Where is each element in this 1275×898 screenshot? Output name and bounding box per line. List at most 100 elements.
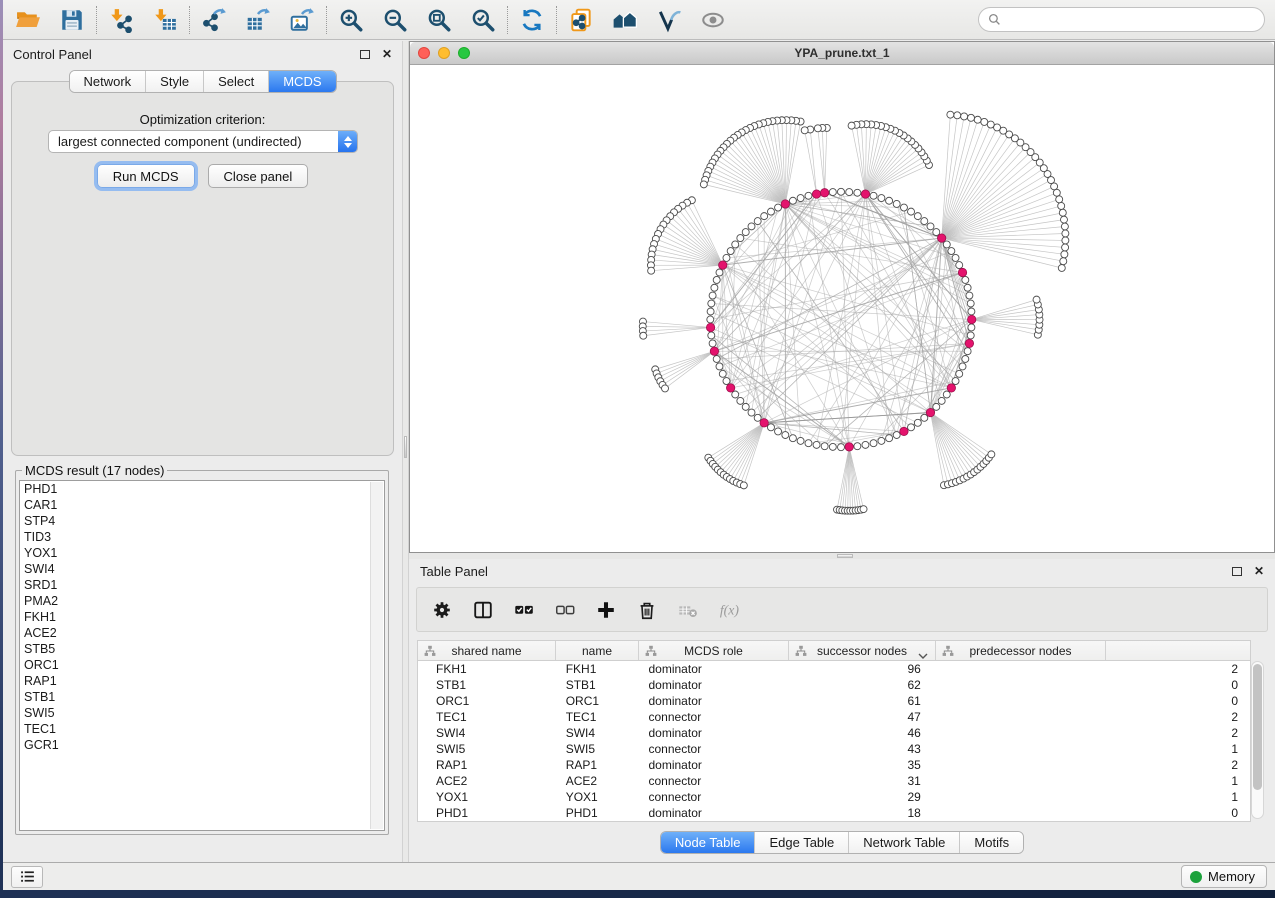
network-node[interactable]	[938, 397, 945, 404]
cell-successor-nodes[interactable]: 96	[788, 661, 935, 677]
network-node[interactable]	[967, 332, 974, 339]
network-node[interactable]	[732, 241, 739, 248]
cell-predecessor-nodes[interactable]: 1	[935, 773, 1250, 789]
cell-name[interactable]: PHD1	[556, 805, 639, 821]
network-leaf-node[interactable]	[814, 125, 821, 132]
cell-name[interactable]: ACE2	[556, 773, 639, 789]
tab-select[interactable]: Select	[204, 71, 269, 92]
cell-successor-nodes[interactable]: 43	[788, 741, 935, 757]
add-column-button[interactable]	[594, 598, 618, 622]
cell-successor-nodes[interactable]: 47	[788, 709, 935, 725]
network-node[interactable]	[754, 414, 761, 421]
network-node[interactable]	[732, 391, 739, 398]
tab-network-table[interactable]: Network Table	[849, 832, 960, 853]
network-node[interactable]	[742, 403, 749, 410]
network-node[interactable]	[870, 440, 877, 447]
cell-MCDS-role[interactable]: connector	[639, 773, 789, 789]
network-node[interactable]	[908, 424, 915, 431]
network-node[interactable]	[775, 428, 782, 435]
network-node[interactable]	[761, 213, 768, 220]
network-node[interactable]	[829, 189, 836, 196]
network-leaf-node[interactable]	[1053, 189, 1060, 196]
network-leaf-node[interactable]	[700, 181, 707, 188]
cell-shared-name[interactable]: ORC1	[418, 693, 556, 709]
network-node[interactable]	[716, 269, 723, 276]
cell-predecessor-nodes[interactable]: 0	[935, 805, 1250, 821]
network-node[interactable]	[968, 324, 975, 331]
network-leaf-node[interactable]	[1062, 230, 1069, 237]
cell-shared-name[interactable]: RAP1	[418, 757, 556, 773]
network-leaf-node[interactable]	[1033, 296, 1040, 303]
network-hub-node[interactable]	[861, 190, 869, 198]
network-leaf-node[interactable]	[662, 385, 669, 392]
memory-button[interactable]: Memory	[1181, 865, 1267, 888]
network-node[interactable]	[878, 437, 885, 444]
network-hub-node[interactable]	[706, 323, 714, 331]
network-leaf-node[interactable]	[1060, 216, 1067, 223]
cell-name[interactable]: RAP1	[556, 757, 639, 773]
network-node[interactable]	[737, 235, 744, 242]
network-leaf-node[interactable]	[987, 121, 994, 128]
cell-successor-nodes[interactable]: 46	[788, 725, 935, 741]
cell-name[interactable]: FKH1	[556, 661, 639, 677]
network-canvas[interactable]	[410, 66, 1274, 552]
network-node[interactable]	[838, 188, 845, 195]
cell-MCDS-role[interactable]: dominator	[639, 677, 789, 693]
cell-predecessor-nodes[interactable]: 2	[935, 709, 1250, 725]
float-panel-icon[interactable]	[360, 50, 370, 59]
clone-network-button[interactable]	[566, 5, 596, 35]
cell-successor-nodes[interactable]: 31	[788, 773, 935, 789]
network-node[interactable]	[716, 363, 723, 370]
mcds-result-item[interactable]: ACE2	[20, 625, 384, 641]
export-image-button[interactable]	[287, 5, 317, 35]
cell-predecessor-nodes[interactable]: 1	[935, 789, 1250, 805]
tab-network[interactable]: Network	[69, 71, 146, 92]
cell-MCDS-role[interactable]: connector	[639, 789, 789, 805]
export-network-button[interactable]	[199, 5, 229, 35]
mcds-result-item[interactable]: CAR1	[20, 497, 384, 513]
network-leaf-node[interactable]	[947, 111, 954, 118]
network-node[interactable]	[805, 440, 812, 447]
cell-shared-name[interactable]: SWI5	[418, 741, 556, 757]
network-leaf-node[interactable]	[860, 506, 867, 513]
hide-graphics-details-button[interactable]	[654, 5, 684, 35]
network-leaf-node[interactable]	[740, 482, 747, 489]
network-leaf-node[interactable]	[1058, 202, 1065, 209]
network-window-titlebar[interactable]: YPA_prune.txt_1	[410, 42, 1274, 65]
table-row[interactable]: RAP1RAP1dominator352	[418, 757, 1250, 773]
table-row[interactable]: SWI4SWI4dominator462	[418, 725, 1250, 741]
network-hub-node[interactable]	[900, 427, 908, 435]
network-node[interactable]	[754, 218, 761, 225]
cell-MCDS-role[interactable]: connector	[639, 709, 789, 725]
export-table-button[interactable]	[243, 5, 273, 35]
table-row[interactable]: ORC1ORC1dominator610	[418, 693, 1250, 709]
table-row[interactable]: PHD1PHD1dominator180	[418, 805, 1250, 821]
network-node[interactable]	[782, 432, 789, 439]
network-hub-node[interactable]	[719, 261, 727, 269]
column-header-predecessor-nodes[interactable]: predecessor nodes	[936, 641, 1106, 660]
network-leaf-node[interactable]	[1061, 251, 1068, 258]
network-node[interactable]	[893, 200, 900, 207]
network-leaf-node[interactable]	[961, 113, 968, 120]
refresh-network-button[interactable]	[517, 5, 547, 35]
cell-name[interactable]: ORC1	[556, 693, 639, 709]
mcds-result-item[interactable]: RAP1	[20, 673, 384, 689]
cell-shared-name[interactable]: FKH1	[418, 661, 556, 677]
network-node[interactable]	[821, 443, 828, 450]
network-node[interactable]	[943, 391, 950, 398]
network-hub-node[interactable]	[812, 190, 820, 198]
save-session-button[interactable]	[57, 5, 87, 35]
network-node[interactable]	[767, 424, 774, 431]
network-node[interactable]	[805, 192, 812, 199]
close-panel-button[interactable]: Close panel	[208, 164, 309, 188]
network-node[interactable]	[914, 213, 921, 220]
network-node[interactable]	[886, 435, 893, 442]
tab-mcds[interactable]: MCDS	[269, 71, 335, 92]
network-node[interactable]	[921, 218, 928, 225]
network-node[interactable]	[748, 409, 755, 416]
network-node[interactable]	[967, 300, 974, 307]
mcds-result-item[interactable]: ORC1	[20, 657, 384, 673]
network-node[interactable]	[737, 397, 744, 404]
network-node[interactable]	[952, 254, 959, 261]
criterion-select[interactable]: largest connected component (undirected)	[48, 130, 358, 153]
